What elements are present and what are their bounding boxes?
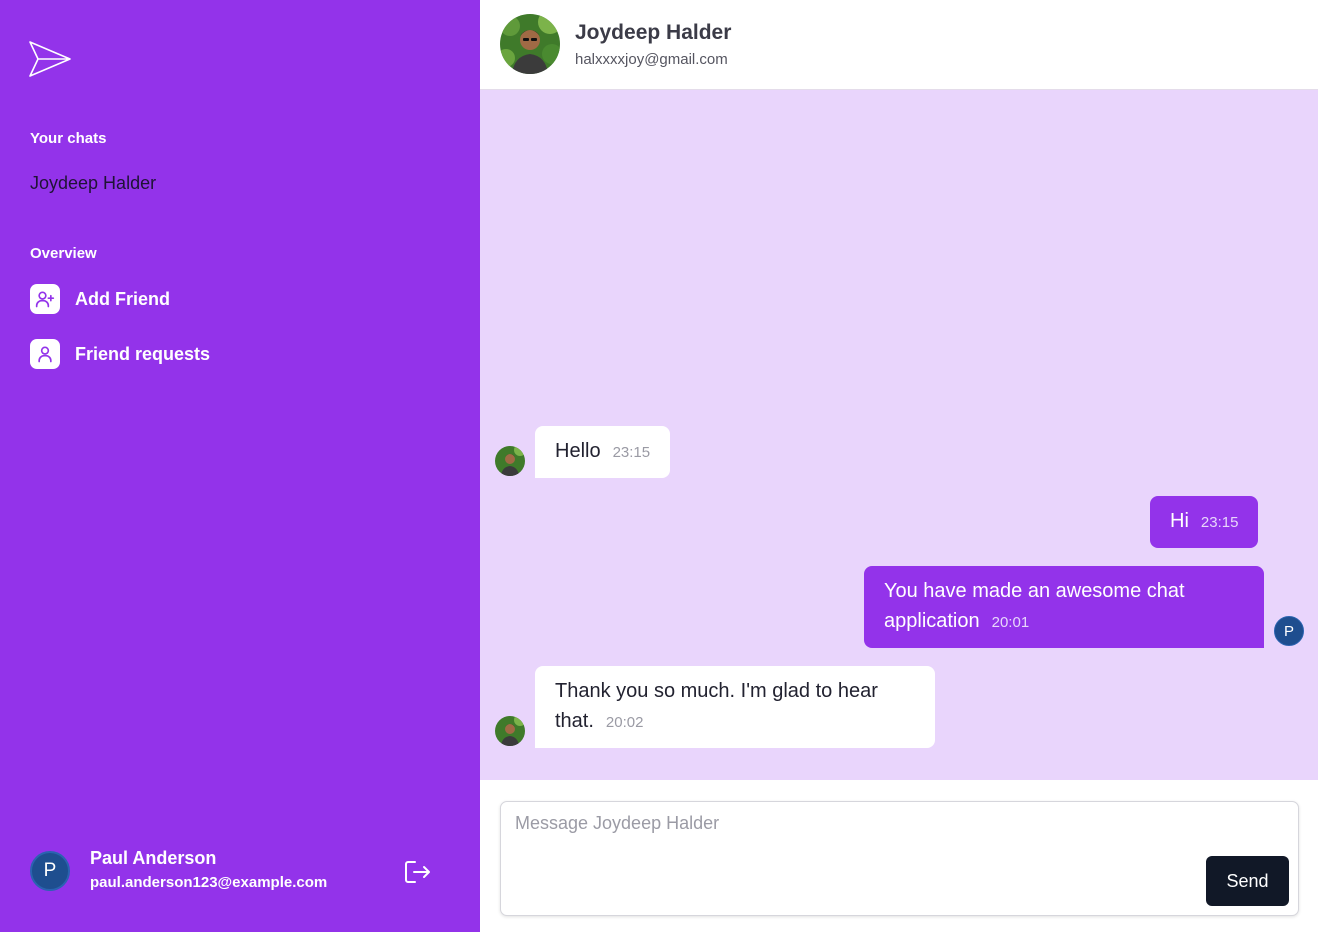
contact-name: Joydeep Halder bbox=[575, 21, 732, 44]
message-bubble-incoming: Thank you so much. I'm glad to hear that… bbox=[535, 666, 935, 748]
user-info: Paul Anderson paul.anderson123@example.c… bbox=[90, 848, 327, 891]
chat-header: Joydeep Halder halxxxxjoy@gmail.com bbox=[480, 0, 1318, 90]
sidebar: Your chats Joydeep Halder Overview Add F… bbox=[0, 0, 480, 932]
composer-area: Send bbox=[480, 780, 1318, 932]
user-icon bbox=[30, 339, 60, 369]
nav-add-friend-label: Add Friend bbox=[75, 288, 170, 309]
contact-avatar-small bbox=[495, 716, 525, 746]
message-composer: Send bbox=[500, 801, 1299, 916]
avatar: P bbox=[30, 850, 70, 891]
contact-avatar-small bbox=[495, 446, 525, 476]
message-bubble-outgoing: You have made an awesome chat applicatio… bbox=[864, 566, 1264, 648]
user-name: Paul Anderson bbox=[90, 848, 217, 868]
message-input[interactable] bbox=[501, 802, 1201, 915]
overview-heading: Overview bbox=[30, 245, 97, 262]
user-email: paul.anderson123@example.com bbox=[90, 874, 328, 891]
message-time: 23:15 bbox=[1200, 514, 1239, 531]
message-bubble-incoming: Hello 23:15 bbox=[535, 426, 671, 478]
paper-plane-icon[interactable] bbox=[28, 40, 72, 78]
your-chats-heading: Your chats bbox=[30, 130, 107, 147]
message-time: 23:15 bbox=[612, 444, 651, 461]
nav-friend-requests[interactable]: Friend requests bbox=[30, 339, 210, 369]
contact-avatar bbox=[500, 14, 560, 74]
send-button[interactable]: Send bbox=[1206, 856, 1289, 906]
contact-email: halxxxxjoy@gmail.com bbox=[575, 51, 728, 68]
current-user: P Paul Anderson paul.anderson123@example… bbox=[30, 848, 327, 891]
logout-icon[interactable] bbox=[403, 858, 433, 886]
chat-list-item-joydeep-halder[interactable]: Joydeep Halder bbox=[30, 173, 156, 194]
user-avatar-small: P bbox=[1274, 616, 1304, 646]
message-list[interactable]: Hello 23:15 Hi 23:15 You have made an awes… bbox=[480, 90, 1318, 780]
message-time: 20:01 bbox=[991, 614, 1030, 631]
user-plus-icon bbox=[30, 284, 60, 314]
message-text: Hi bbox=[1170, 510, 1189, 532]
nav-friend-requests-label: Friend requests bbox=[75, 343, 211, 364]
message-text: Hello bbox=[555, 440, 601, 462]
chat-app: Your chats Joydeep Halder Overview Add F… bbox=[0, 0, 1318, 932]
message-bubble-outgoing: Hi 23:15 bbox=[1150, 496, 1259, 548]
message-text: Thank you so much. I'm glad to hear that… bbox=[555, 680, 878, 732]
message-text: You have made an awesome chat applicatio… bbox=[884, 580, 1185, 632]
nav-add-friend[interactable]: Add Friend bbox=[30, 284, 170, 314]
message-time: 20:02 bbox=[605, 714, 644, 731]
